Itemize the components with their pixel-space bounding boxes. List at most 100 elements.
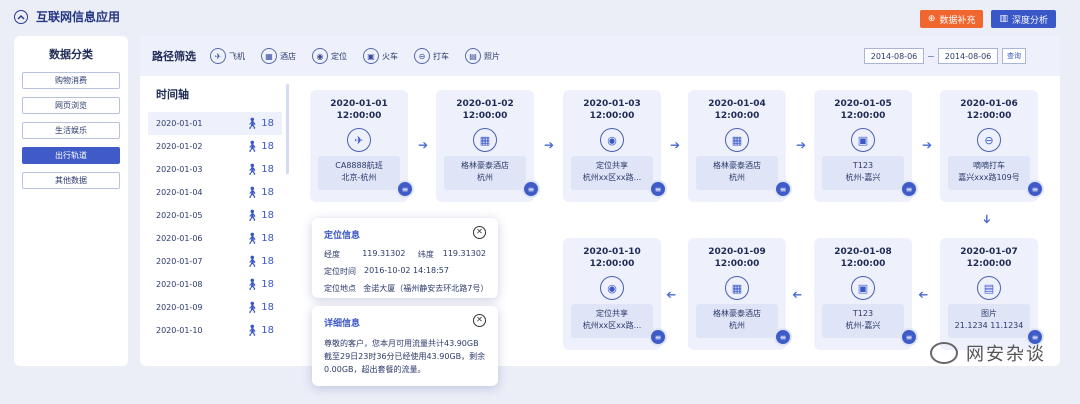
detail-list-icon[interactable]: ≡ <box>774 328 792 346</box>
timeline-scrollbar[interactable] <box>286 84 289 174</box>
timeline-row[interactable]: 2020-01-04 🚶︎ 18 <box>148 181 282 204</box>
arrow-right-icon: ➔ <box>796 138 807 152</box>
event-card[interactable]: 2020-01-06 12:00:00 ⊖ 嘀嘀打车 嘉兴xxx路109号 ≡ <box>940 90 1044 202</box>
close-icon[interactable]: ✕ <box>473 226 486 239</box>
walking-person-icon: 🚶︎ <box>245 139 260 153</box>
filter-plane[interactable]: ✈ 飞机 <box>210 48 245 64</box>
event-card[interactable]: 2020-01-03 12:00:00 ◉ 定位共享 杭州xx区xx路... ≡ <box>563 90 667 202</box>
arrow-left-icon: ➔ <box>918 288 929 302</box>
taxi-icon: ⊖ <box>414 48 430 64</box>
walking-person-icon: 🚶︎ <box>245 300 260 314</box>
arrow-right-icon: ➔ <box>544 138 555 152</box>
filter-taxi[interactable]: ⊖ 打车 <box>414 48 449 64</box>
hotel-icon: ▦ <box>473 128 497 152</box>
filter-location[interactable]: ◉ 定位 <box>312 48 347 64</box>
sidebar-item-other[interactable]: 其他数据 <box>22 172 120 189</box>
walking-person-icon: 🚶︎ <box>245 323 260 337</box>
header-actions: ⊕ 数据补充 ▥ 深度分析 <box>919 10 1056 28</box>
detail-list-icon[interactable]: ≡ <box>774 180 792 198</box>
app-title: 互联网信息应用 <box>36 10 121 24</box>
date-range: 2014-08-06 2014-08-06 查询 <box>864 48 1026 64</box>
wechat-icon <box>930 342 958 364</box>
filter-title: 路径筛选 <box>152 50 196 63</box>
date-to-input[interactable]: 2014-08-06 <box>938 48 998 64</box>
event-card[interactable]: 2020-01-04 12:00:00 ▦ 格林豪泰酒店 杭州 ≡ <box>688 90 792 202</box>
detail-info-popup: ✕ 详细信息 尊敬的客户，您本月可用流量共计43.90GB截至29日23时36分… <box>312 306 498 386</box>
walking-person-icon: 🚶︎ <box>245 277 260 291</box>
event-card[interactable]: 2020-01-07 12:00:00 ▤ 图片 21.1234 11.1234 ≡ <box>940 238 1044 350</box>
arrow-left-icon: ➔ <box>792 288 803 302</box>
photo-icon: ▤ <box>977 276 1001 300</box>
sidebar-title: 数据分类 <box>49 48 93 61</box>
data-fill-button[interactable]: ⊕ 数据补充 <box>919 10 984 28</box>
event-card[interactable]: 2020-01-08 12:00:00 ▣ T123 杭州-嘉兴 ≡ <box>814 238 918 350</box>
hotel-icon: ▦ <box>725 128 749 152</box>
plane-icon: ✈ <box>347 128 371 152</box>
timeline-row[interactable]: 2020-01-09 🚶︎ 18 <box>148 296 282 319</box>
arrow-left-icon: ➔ <box>666 288 677 302</box>
event-card[interactable]: 2020-01-01 12:00:00 ✈ CA8888航班 北京-杭州 ≡ <box>310 90 414 202</box>
detail-list-icon[interactable]: ≡ <box>900 180 918 198</box>
timeline-row[interactable]: 2020-01-10 🚶︎ 18 <box>148 319 282 342</box>
app-titlebar: 互联网信息应用 <box>14 8 120 25</box>
sidebar-item-travel[interactable]: 出行轨道 <box>22 147 120 164</box>
main-panel: 路径筛选 ✈ 飞机 ▦ 酒店 ◉ 定位 ▣ 火车 ⊖ 打车 ▤ 照片 2014-08-06 … <box>140 36 1060 366</box>
walking-person-icon: 🚶︎ <box>245 116 260 130</box>
taxi-icon: ⊖ <box>977 128 1001 152</box>
event-card[interactable]: 2020-01-09 12:00:00 ▦ 格林豪泰酒店 杭州 ≡ <box>688 238 792 350</box>
arrow-right-icon: ➔ <box>670 138 681 152</box>
date-separator <box>928 55 934 57</box>
detail-list-icon[interactable]: ≡ <box>522 180 540 198</box>
filter-train[interactable]: ▣ 火车 <box>363 48 398 64</box>
date-from-input[interactable]: 2014-08-06 <box>864 48 924 64</box>
category-sidebar: 数据分类 购物消费 网页浏览 生活娱乐 出行轨道 其他数据 <box>14 36 128 366</box>
detail-text: 尊敬的客户，您本月可用流量共计43.90GB截至29日23时36分已经使用43.… <box>324 339 486 374</box>
hotel-icon: ▦ <box>261 48 277 64</box>
bar-chart-icon: ▥ <box>999 14 1008 24</box>
query-button[interactable]: 查询 <box>1002 48 1026 64</box>
arrow-right-icon: ➔ <box>922 138 933 152</box>
timeline-row[interactable]: 2020-01-02 🚶︎ 18 <box>148 135 282 158</box>
event-card[interactable]: 2020-01-10 12:00:00 ◉ 定位共享 杭州xx区xx路... ≡ <box>563 238 667 350</box>
detail-list-icon[interactable]: ≡ <box>396 180 414 198</box>
plus-circle-icon: ⊕ <box>927 14 936 24</box>
popup-title: 定位信息 <box>324 231 361 241</box>
detail-list-icon[interactable]: ≡ <box>649 180 667 198</box>
timeline-title: 时间轴 <box>156 88 189 101</box>
detail-list-icon[interactable]: ≡ <box>1026 180 1044 198</box>
location-icon: ◉ <box>600 276 624 300</box>
deep-analysis-button[interactable]: ▥ 深度分析 <box>991 10 1056 28</box>
arrow-down-icon: ➔ <box>980 213 995 225</box>
timeline-row[interactable]: 2020-01-06 🚶︎ 18 <box>148 227 282 250</box>
location-info-popup: ✕ 定位信息 经度 119.31302 纬度 119.31302 定位时间 2016-1… <box>312 218 498 298</box>
plane-icon: ✈ <box>210 48 226 64</box>
event-card[interactable]: 2020-01-02 12:00:00 ▦ 格林豪泰酒店 杭州 ≡ <box>436 90 540 202</box>
timeline-row[interactable]: 2020-01-07 🚶︎ 18 <box>148 250 282 273</box>
train-icon: ▣ <box>851 276 875 300</box>
arrow-right-icon: ➔ <box>418 138 429 152</box>
walking-person-icon: 🚶︎ <box>245 254 260 268</box>
sidebar-item-shopping[interactable]: 购物消费 <box>22 72 120 89</box>
timeline-row[interactable]: 2020-01-01 🚶︎ 18 <box>148 112 282 135</box>
popup-title: 详细信息 <box>324 319 361 329</box>
location-icon: ◉ <box>312 48 328 64</box>
sidebar-item-entertainment[interactable]: 生活娱乐 <box>22 122 120 139</box>
walking-person-icon: 🚶︎ <box>245 162 260 176</box>
walking-person-icon: 🚶︎ <box>245 208 260 222</box>
filter-hotel[interactable]: ▦ 酒店 <box>261 48 296 64</box>
timeline-row[interactable]: 2020-01-03 🚶︎ 18 <box>148 158 282 181</box>
filter-photo[interactable]: ▤ 照片 <box>465 48 500 64</box>
detail-list-icon[interactable]: ≡ <box>900 328 918 346</box>
watermark: 网安杂谈 <box>930 340 1046 366</box>
timeline-row[interactable]: 2020-01-08 🚶︎ 18 <box>148 273 282 296</box>
photo-icon: ▤ <box>465 48 481 64</box>
collapse-icon[interactable] <box>14 9 28 24</box>
timeline-list: 时间轴 2020-01-01 🚶︎ 18 2020-01-02 🚶︎ 18 2020-0… <box>148 86 282 342</box>
timeline-row[interactable]: 2020-01-05 🚶︎ 18 <box>148 204 282 227</box>
close-icon[interactable]: ✕ <box>473 314 486 327</box>
event-card[interactable]: 2020-01-05 12:00:00 ▣ T123 杭州-嘉兴 ≡ <box>814 90 918 202</box>
route-filter-bar: 路径筛选 ✈ 飞机 ▦ 酒店 ◉ 定位 ▣ 火车 ⊖ 打车 ▤ 照片 2014-08-06 … <box>140 36 1060 76</box>
detail-list-icon[interactable]: ≡ <box>649 328 667 346</box>
sidebar-item-browsing[interactable]: 网页浏览 <box>22 97 120 114</box>
walking-person-icon: 🚶︎ <box>245 231 260 245</box>
